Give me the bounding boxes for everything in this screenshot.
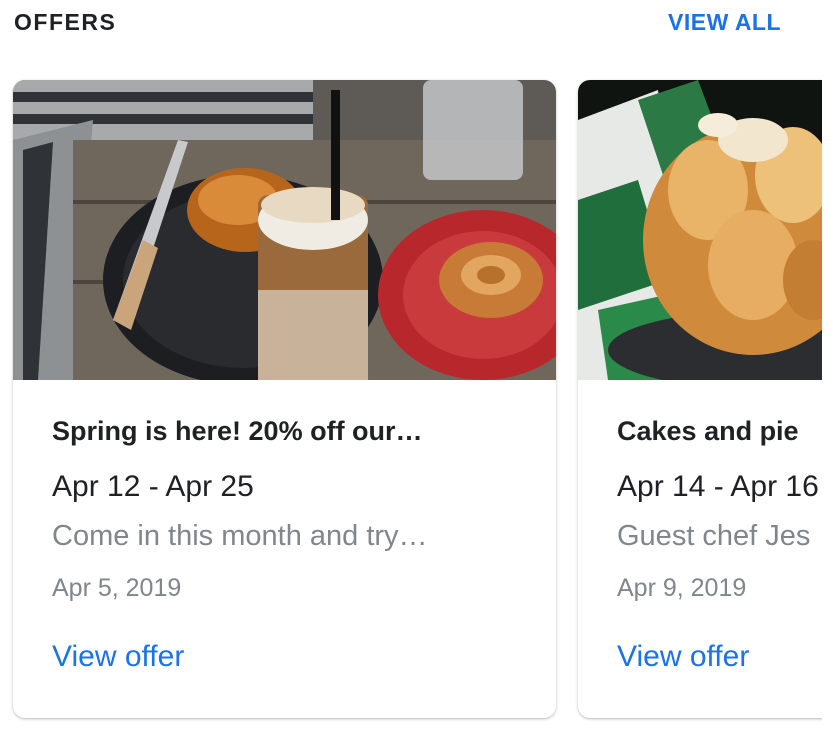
section-title: OFFERS [14,9,117,35]
offer-photo [578,80,822,380]
offer-description: Guest chef Jes [617,520,811,552]
offer-posted-date: Apr 9, 2019 [617,574,747,602]
offer-card[interactable]: Spring is here! 20% off our… Apr 12 - Ap… [13,80,556,718]
offer-dates: Apr 12 - Apr 25 [52,470,254,503]
offers-header: OFFERS VIEW ALL [0,0,837,48]
offers-carousel[interactable]: Spring is here! 20% off our… Apr 12 - Ap… [0,70,822,730]
offer-posted-date: Apr 5, 2019 [52,574,182,602]
offer-dates: Apr 14 - Apr 16 [617,470,819,503]
offer-title: Spring is here! 20% off our… [52,416,423,446]
view-all-link[interactable]: VIEW ALL [668,9,781,36]
offer-photo [13,80,556,380]
offer-card[interactable]: Cakes and pie Apr 14 - Apr 16 Guest chef… [578,80,822,718]
offer-description: Come in this month and try… [52,520,428,552]
view-offer-link[interactable]: View offer [52,640,184,674]
view-offer-link[interactable]: View offer [617,640,749,674]
offer-title: Cakes and pie [617,416,799,446]
